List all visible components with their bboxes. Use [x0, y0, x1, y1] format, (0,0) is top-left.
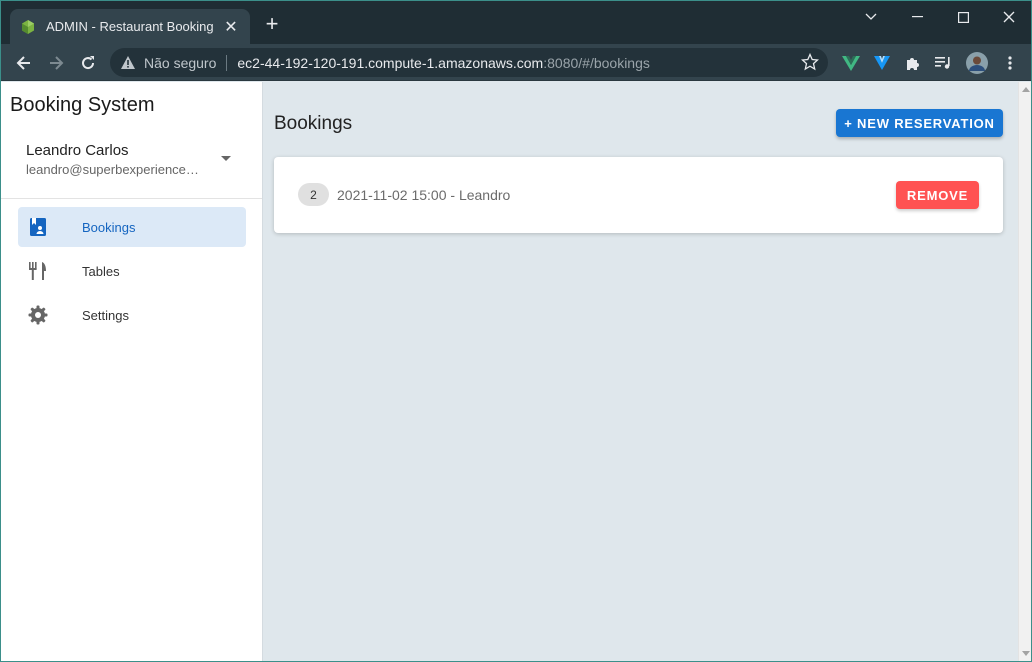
vuetify-icon[interactable]: [868, 49, 896, 77]
reload-icon[interactable]: [74, 49, 102, 77]
url-path: :8080/#/bookings: [543, 54, 650, 71]
browser-menu-icon[interactable]: [996, 49, 1024, 77]
tab-close-icon[interactable]: ✕: [222, 17, 240, 37]
maximize-icon[interactable]: [940, 1, 986, 33]
forward-icon[interactable]: [42, 49, 70, 77]
bookmark-star-icon[interactable]: [801, 53, 819, 71]
media-queue-icon[interactable]: [930, 49, 958, 77]
booking-card: 2 2021-11-02 15:00 - Leandro REMOVE: [274, 157, 1003, 233]
new-tab-button[interactable]: +: [260, 13, 284, 37]
bookings-icon: [27, 216, 49, 238]
app-brand: Booking System: [10, 94, 155, 116]
vue-devtools-icon[interactable]: [837, 49, 865, 77]
sidebar-item-label: Settings: [82, 307, 129, 323]
tab-search-icon[interactable]: [848, 1, 894, 33]
minimize-icon[interactable]: [894, 1, 940, 33]
user-email: leandro@superbexperience.com: [26, 162, 201, 177]
new-reservation-button[interactable]: + NEW RESERVATION: [836, 109, 1003, 137]
sidebar-item-settings[interactable]: Settings: [18, 295, 246, 335]
sidebar: Booking System Leandro Carlos leandro@su…: [1, 82, 263, 661]
tab-title: ADMIN - Restaurant Booking: [46, 19, 214, 34]
sidebar-divider: [1, 198, 262, 199]
profile-avatar[interactable]: [963, 49, 991, 77]
title-bar: ADMIN - Restaurant Booking ✕ +: [1, 1, 1031, 44]
main-content: Bookings + NEW RESERVATION 2 2021-11-02 …: [264, 82, 1018, 661]
user-menu[interactable]: Leandro Carlos leandro@superbexperience.…: [1, 132, 262, 198]
gear-icon: [27, 304, 49, 326]
utensils-icon: [27, 260, 49, 282]
user-name: Leandro Carlos: [26, 142, 129, 159]
omnibox-divider: [226, 54, 228, 71]
remove-booking-button[interactable]: REMOVE: [896, 181, 979, 209]
browser-window: ADMIN - Restaurant Booking ✕ + Não segur…: [0, 0, 1032, 662]
url-host: ec2-44-192-120-191.compute-1.amazonaws.c…: [237, 54, 544, 71]
sidebar-item-label: Tables: [82, 263, 120, 279]
nodejs-favicon-icon: [22, 19, 34, 34]
page-scrollbar[interactable]: [1018, 82, 1031, 661]
sidebar-item-bookings[interactable]: Bookings: [18, 207, 246, 247]
page-title: Bookings: [274, 113, 353, 134]
warning-icon[interactable]: [120, 55, 136, 70]
sidebar-item-label: Bookings: [82, 219, 136, 235]
browser-toolbar: Não seguro ec2-44-192-120-191.compute-1.…: [1, 44, 1031, 81]
browser-tab[interactable]: ADMIN - Restaurant Booking ✕: [10, 9, 250, 44]
security-label[interactable]: Não seguro: [144, 55, 216, 71]
booking-details: 2021-11-02 15:00 - Leandro: [337, 187, 511, 203]
scroll-down-icon[interactable]: [1022, 651, 1030, 656]
extensions-puzzle-icon[interactable]: [899, 49, 927, 77]
address-bar[interactable]: Não seguro ec2-44-192-120-191.compute-1.…: [110, 48, 828, 77]
back-icon[interactable]: [10, 49, 38, 77]
guest-count-chip: 2: [298, 183, 329, 206]
close-window-icon[interactable]: [986, 1, 1031, 33]
sidebar-item-tables[interactable]: Tables: [18, 251, 246, 291]
scroll-up-icon[interactable]: [1022, 87, 1030, 92]
chevron-down-icon[interactable]: [221, 156, 231, 161]
